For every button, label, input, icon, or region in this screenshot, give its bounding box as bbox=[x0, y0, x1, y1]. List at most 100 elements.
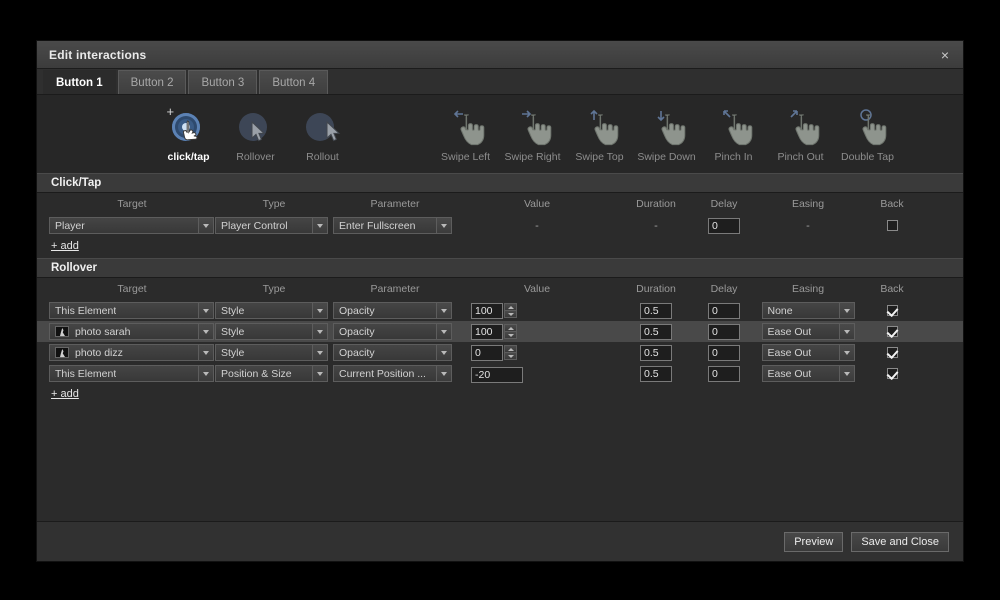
cell-target: photo dizz bbox=[37, 344, 215, 361]
chevron-down-icon bbox=[198, 303, 213, 318]
gesture-swipe-right[interactable]: Swipe Right bbox=[499, 103, 566, 163]
back-checkbox[interactable] bbox=[887, 220, 898, 231]
double-tap-icon bbox=[845, 107, 891, 149]
value-input-stepper[interactable] bbox=[471, 345, 617, 361]
value-input[interactable] bbox=[471, 324, 503, 340]
gesture-rollout[interactable]: Rollout bbox=[289, 103, 356, 163]
type-select[interactable]: Player Control bbox=[215, 217, 328, 234]
back-checkbox[interactable] bbox=[887, 347, 898, 358]
chevron-down-icon bbox=[839, 345, 854, 360]
parameter-select[interactable]: Opacity bbox=[333, 323, 452, 340]
type-select[interactable]: Style bbox=[215, 302, 328, 319]
type-select[interactable]: Style bbox=[215, 323, 328, 340]
rollover-icon bbox=[233, 107, 279, 149]
edit-interactions-dialog: Edit interactions × Button 1Button 2Butt… bbox=[36, 40, 964, 562]
easing-select[interactable]: Ease Out bbox=[762, 344, 855, 361]
chevron-down-icon bbox=[436, 218, 451, 233]
save-and-close-button[interactable]: Save and Close bbox=[851, 532, 949, 552]
parameter-select[interactable]: Opacity bbox=[333, 344, 452, 361]
table-row[interactable]: photo dizzStyle Opacity Ease Out bbox=[37, 342, 963, 363]
value-input[interactable] bbox=[471, 367, 523, 383]
cell-parameter: Opacity bbox=[333, 323, 457, 340]
type-select[interactable]: Position & Size bbox=[215, 365, 328, 382]
table-row[interactable]: PlayerPlayer ControlEnter Fullscreen--- bbox=[37, 215, 963, 236]
gesture-label: Rollout bbox=[306, 151, 339, 163]
chevron-down-icon bbox=[312, 218, 327, 233]
gesture-rollover[interactable]: Rollover bbox=[222, 103, 289, 163]
duration-input[interactable] bbox=[640, 345, 672, 361]
easing-select[interactable]: Ease Out bbox=[762, 323, 855, 340]
table-row[interactable]: This ElementStyle Opacity None bbox=[37, 300, 963, 321]
parameter-select[interactable]: Enter Fullscreen bbox=[333, 217, 452, 234]
pinch-in-icon bbox=[711, 107, 757, 149]
column-header-easing: Easing bbox=[753, 198, 863, 210]
tab-button-2[interactable]: Button 2 bbox=[118, 70, 187, 94]
easing-select[interactable]: None bbox=[762, 302, 855, 319]
chevron-down-icon bbox=[312, 324, 327, 339]
duration-input[interactable] bbox=[640, 303, 672, 319]
delay-input[interactable] bbox=[708, 324, 740, 340]
value-input[interactable] bbox=[471, 303, 503, 319]
tab-button-1[interactable]: Button 1 bbox=[43, 70, 116, 94]
cell-value bbox=[457, 303, 617, 319]
preview-button[interactable]: Preview bbox=[784, 532, 843, 552]
parameter-select[interactable]: Opacity bbox=[333, 302, 452, 319]
cell-delay bbox=[695, 218, 753, 234]
button-tabstrip: Button 1Button 2Button 3Button 4 bbox=[37, 69, 963, 95]
cell-delay bbox=[695, 366, 753, 382]
back-checkbox[interactable] bbox=[887, 305, 898, 316]
gesture-swipe-down[interactable]: Swipe Down bbox=[633, 103, 700, 163]
type-select[interactable]: Style bbox=[215, 344, 328, 361]
cell-type: Position & Size bbox=[215, 365, 333, 382]
target-select[interactable]: photo sarah bbox=[49, 323, 214, 340]
target-select[interactable]: photo dizz bbox=[49, 344, 214, 361]
cell-delay bbox=[695, 303, 753, 319]
gesture-click-tap[interactable]: +click/tap bbox=[155, 103, 222, 163]
value-input[interactable] bbox=[471, 345, 503, 361]
close-icon[interactable]: × bbox=[935, 45, 955, 65]
easing-select-value: None bbox=[768, 305, 793, 317]
duration-input[interactable] bbox=[640, 366, 672, 382]
value-input-stepper[interactable] bbox=[471, 303, 617, 319]
gesture-swipe-left[interactable]: Swipe Left bbox=[432, 103, 499, 163]
target-select[interactable]: This Element bbox=[49, 365, 214, 382]
gesture-pinch-in[interactable]: Pinch In bbox=[700, 103, 767, 163]
column-header-parameter: Parameter bbox=[333, 198, 457, 210]
add-click-tap-action-link[interactable]: + add bbox=[37, 237, 79, 252]
back-checkbox[interactable] bbox=[887, 368, 898, 379]
parameter-select[interactable]: Current Position ... bbox=[333, 365, 452, 382]
table-row[interactable]: photo sarah Style Opacity Ease Out bbox=[37, 321, 963, 342]
target-select[interactable]: This Element bbox=[49, 302, 214, 319]
back-checkbox[interactable] bbox=[887, 326, 898, 337]
value-input-decrement[interactable] bbox=[504, 331, 517, 339]
value-input-stepper[interactable] bbox=[471, 324, 617, 340]
click-tap-add-wrap: + add bbox=[37, 236, 963, 258]
value-input-decrement[interactable] bbox=[504, 352, 517, 360]
duration-input[interactable] bbox=[640, 324, 672, 340]
add-rollover-action-link[interactable]: + add bbox=[37, 385, 79, 400]
cell-back bbox=[863, 220, 921, 231]
target-select[interactable]: Player bbox=[49, 217, 214, 234]
table-row[interactable]: This ElementPosition & Size Current Posit… bbox=[37, 363, 963, 384]
gesture-double-tap[interactable]: Double Tap bbox=[834, 103, 901, 163]
cell-duration bbox=[617, 366, 695, 382]
cell-delay bbox=[695, 324, 753, 340]
target-select-value: photo sarah bbox=[75, 326, 130, 338]
chevron-down-icon bbox=[436, 345, 451, 360]
pinch-out-icon bbox=[778, 107, 824, 149]
tab-button-3[interactable]: Button 3 bbox=[188, 70, 257, 94]
value-input-decrement[interactable] bbox=[504, 310, 517, 318]
tab-button-4[interactable]: Button 4 bbox=[259, 70, 328, 94]
delay-input[interactable] bbox=[708, 366, 740, 382]
parameter-select-value: Opacity bbox=[339, 305, 375, 317]
gesture-pinch-out[interactable]: Pinch Out bbox=[767, 103, 834, 163]
gesture-swipe-top[interactable]: Swipe Top bbox=[566, 103, 633, 163]
duration-dash: - bbox=[617, 220, 695, 232]
delay-input[interactable] bbox=[708, 218, 740, 234]
easing-select[interactable]: Ease Out bbox=[762, 365, 855, 382]
delay-input[interactable] bbox=[708, 303, 740, 319]
rollout-icon bbox=[300, 107, 346, 149]
column-header-duration: Duration bbox=[617, 283, 695, 295]
chevron-down-icon bbox=[839, 366, 854, 381]
delay-input[interactable] bbox=[708, 345, 740, 361]
